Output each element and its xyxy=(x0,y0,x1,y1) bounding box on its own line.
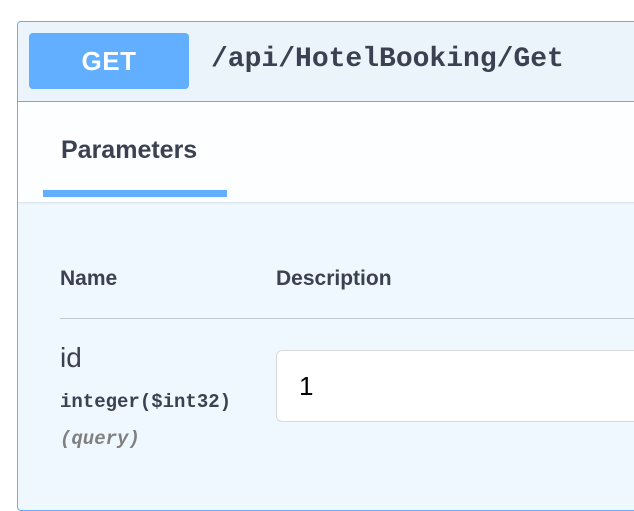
parameter-location: (query) xyxy=(60,428,140,450)
endpoint-path[interactable]: /api/HotelBooking/Get xyxy=(211,44,564,75)
tab-header: Parameters xyxy=(18,102,634,202)
column-header-name: Name xyxy=(60,267,118,290)
header-divider xyxy=(60,318,634,319)
method-badge[interactable]: GET xyxy=(29,33,189,89)
parameter-name: id xyxy=(60,342,82,373)
id-input[interactable] xyxy=(276,350,634,422)
tab-parameters[interactable]: Parameters xyxy=(43,102,227,198)
operation-summary[interactable]: GET /api/HotelBooking/Get xyxy=(18,22,634,102)
active-tab-indicator xyxy=(43,190,227,197)
operation-block: GET /api/HotelBooking/Get Parameters Nam… xyxy=(17,21,634,511)
parameter-type-name: integer xyxy=(60,391,140,413)
parameter-type: integer($int32) xyxy=(60,391,231,413)
tab-label: Parameters xyxy=(61,136,198,164)
column-header-description: Description xyxy=(276,267,392,290)
parameter-format: ($int32) xyxy=(139,391,232,413)
